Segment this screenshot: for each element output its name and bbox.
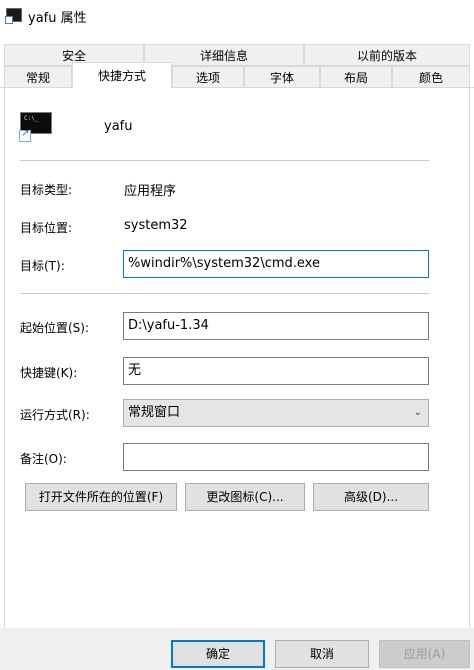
run-select[interactable]: 常规窗口 ⌄ <box>123 399 429 427</box>
chevron-down-icon: ⌄ <box>413 407 422 418</box>
target-type-value: 应用程序 <box>124 184 177 199</box>
tab-colors[interactable]: 颜色 <box>392 66 470 88</box>
divider <box>20 160 429 161</box>
run-label: 运行方式(R): <box>20 408 90 422</box>
app-name: yafu <box>104 119 133 134</box>
window-title: yafu 属性 <box>28 11 87 26</box>
divider <box>20 293 429 294</box>
shortcut-arrow-icon <box>19 128 31 142</box>
tab-strip: 安全 详细信息 以前的版本 常规 快捷方式 选项 字体 布局 颜色 <box>0 40 474 90</box>
cmd-icon <box>5 8 22 24</box>
tab-font[interactable]: 字体 <box>244 66 320 88</box>
start-in-input[interactable]: D:\yafu-1.34 <box>123 312 429 340</box>
shortcut-key-label: 快捷键(K): <box>20 366 78 380</box>
tab-general[interactable]: 常规 <box>4 66 72 88</box>
tab-options[interactable]: 选项 <box>172 66 244 88</box>
target-location-label: 目标位置: <box>20 221 73 235</box>
advanced-button[interactable]: 高级(D)... <box>313 483 429 511</box>
tab-previous-versions[interactable]: 以前的版本 <box>304 44 470 66</box>
comment-label: 备注(O): <box>20 452 67 466</box>
target-location-value: system32 <box>124 218 188 233</box>
target-type-label: 目标类型: <box>20 183 73 197</box>
tab-shortcut[interactable]: 快捷方式 <box>72 62 172 88</box>
start-in-label: 起始位置(S): <box>20 321 90 335</box>
run-select-value: 常规窗口 <box>128 405 181 420</box>
apply-button[interactable]: 应用(A) <box>379 640 470 668</box>
tab-layout[interactable]: 布局 <box>320 66 392 88</box>
target-input[interactable]: %windir%\system32\cmd.exe <box>123 250 429 278</box>
title-bar: yafu 属性 <box>0 0 474 30</box>
shortcut-key-input[interactable]: 无 <box>123 357 429 385</box>
ok-button[interactable]: 确定 <box>171 640 265 668</box>
cancel-button[interactable]: 取消 <box>275 640 369 668</box>
change-icon-button[interactable]: 更改图标(C)... <box>185 483 305 511</box>
open-file-location-button[interactable]: 打开文件所在的位置(F) <box>25 483 177 511</box>
comment-input[interactable] <box>123 443 429 471</box>
target-label: 目标(T): <box>20 259 65 273</box>
cmd-shortcut-icon: C:\_ <box>19 112 52 142</box>
